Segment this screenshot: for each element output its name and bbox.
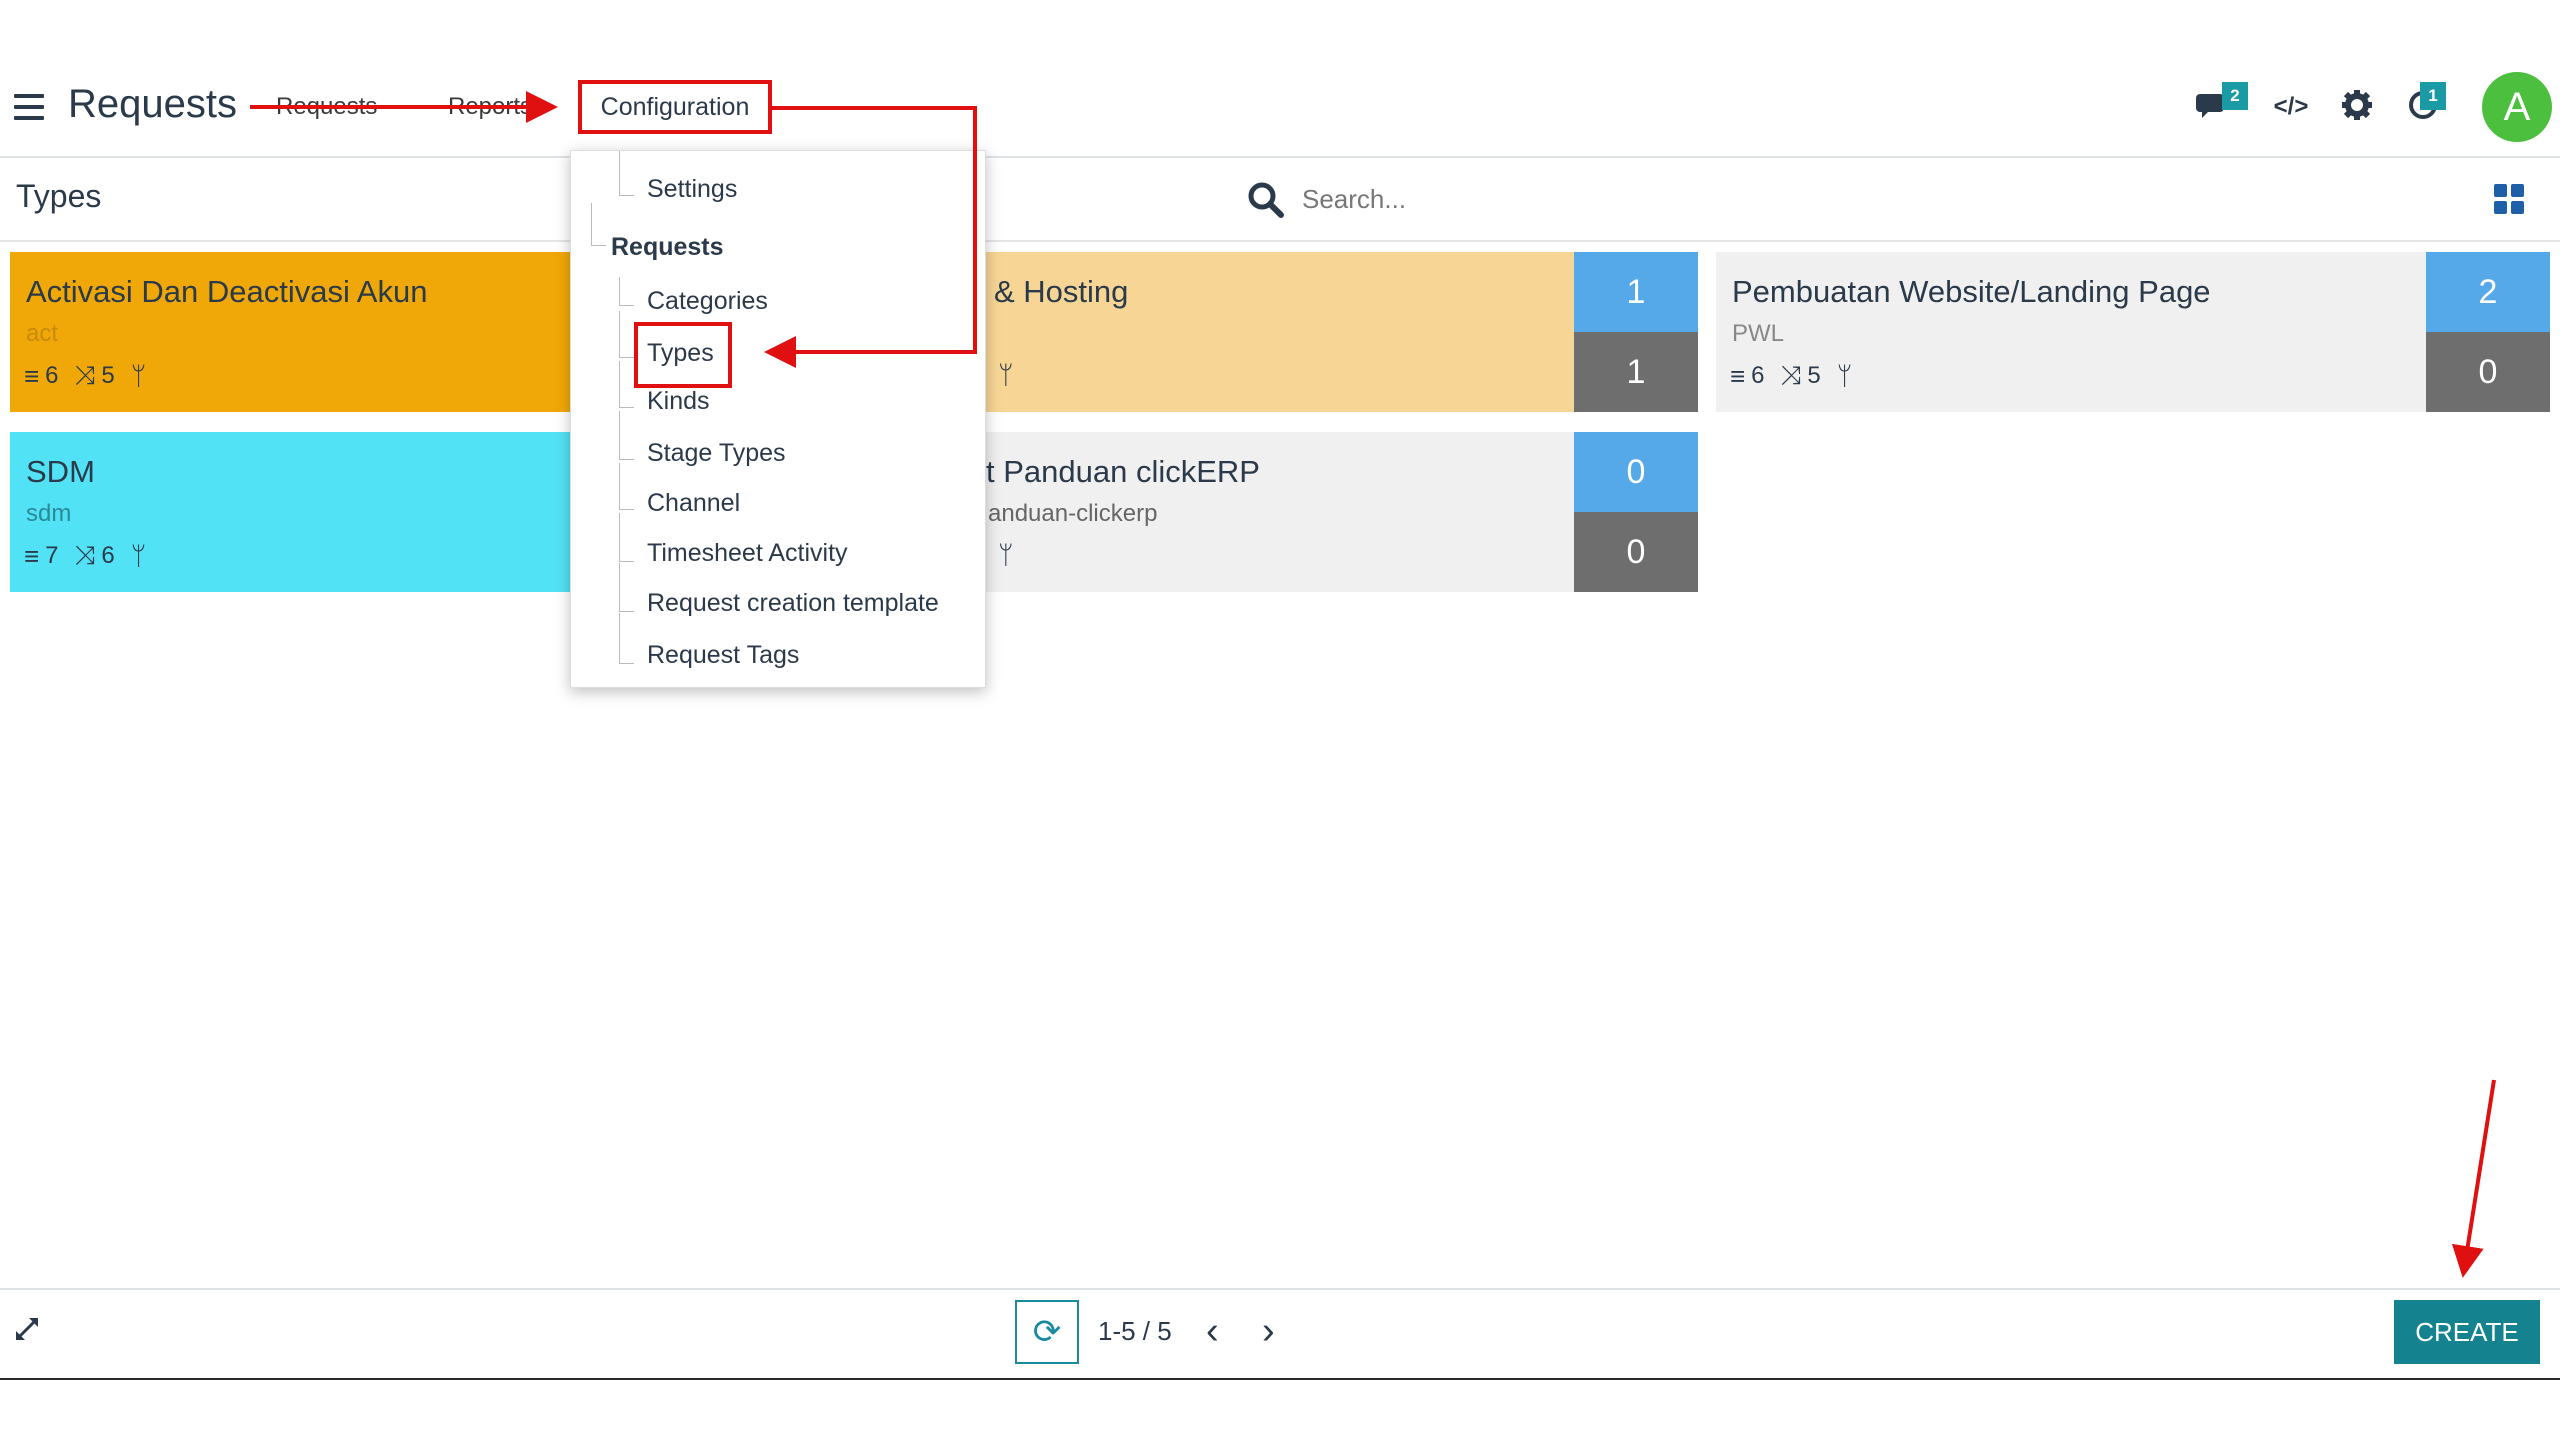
menu-item-request-creation-template[interactable]: Request creation template	[647, 589, 939, 618]
messages-badge: 2	[2222, 82, 2248, 110]
counter-closed[interactable]: 0	[2426, 332, 2550, 412]
menu-item-request-tags[interactable]: Request Tags	[647, 641, 799, 670]
tree-line	[591, 203, 606, 246]
app-title[interactable]: Requests	[68, 82, 237, 127]
kanban-card-act[interactable]: Activasi Dan Deactivasi Akun act ≡ 6 ⤨ 5 ᛘ	[10, 252, 570, 412]
menu-item-stage-types[interactable]: Stage Types	[647, 439, 786, 468]
pager-value[interactable]: 1-5 / 5	[1098, 1316, 1172, 1347]
list-icon: ≡	[24, 540, 40, 571]
search-icon	[1246, 180, 1286, 220]
menu-reports[interactable]: Reports	[448, 93, 532, 121]
bottom-bar	[0, 1288, 2560, 1380]
tree-line	[619, 613, 634, 664]
card-stats: ᛘ	[998, 540, 1014, 571]
counter-closed[interactable]: 0	[1574, 512, 1698, 592]
card-code: sdm	[26, 500, 72, 527]
tree-line	[619, 361, 634, 408]
counter-open[interactable]: 1	[1574, 252, 1698, 332]
counter-open[interactable]: 2	[2426, 252, 2550, 332]
top-navbar	[0, 62, 2560, 158]
card-title: SDM	[26, 454, 95, 489]
menu-item-categories[interactable]: Categories	[647, 287, 768, 316]
breadcrumb: Types	[16, 178, 102, 214]
tree-line	[619, 463, 634, 510]
card-stats: ᛘ	[998, 360, 1014, 391]
menu-requests[interactable]: Requests	[276, 93, 377, 121]
kanban-view-icon[interactable]	[2494, 184, 2524, 214]
card-stats: ≡ 6 ⤨ 5 ᛘ	[24, 360, 146, 392]
stat-routes: 5	[1807, 362, 1821, 389]
kanban-card-panduan[interactable]: t Panduan clickERP anduan-clickerp ᛘ 0 0	[986, 432, 1698, 592]
shuffle-icon: ⤨	[74, 360, 96, 390]
hamburger-icon[interactable]	[14, 94, 44, 120]
menu-item-timesheet-activity[interactable]: Timesheet Activity	[647, 539, 848, 568]
menu-item-settings[interactable]: Settings	[647, 175, 737, 204]
menu-configuration[interactable]: Configuration	[578, 80, 772, 134]
stat-routes: 5	[101, 362, 115, 389]
branch-icon: ᛘ	[130, 360, 147, 391]
create-button[interactable]: CREATE	[2394, 1300, 2540, 1364]
stat-requests: 6	[45, 362, 59, 389]
stat-requests: 6	[1751, 362, 1765, 389]
counter-open[interactable]: 0	[1574, 432, 1698, 512]
card-stats: ≡ 6 ⤨ 5 ᛘ	[1730, 360, 1852, 392]
branch-icon: ᛘ	[998, 360, 1014, 390]
pager-next-icon[interactable]: ›	[1262, 1310, 1275, 1353]
branch-icon: ᛘ	[998, 540, 1014, 570]
branch-icon: ᛘ	[130, 540, 147, 571]
counter-closed[interactable]: 1	[1574, 332, 1698, 412]
stat-requests: 7	[45, 542, 59, 569]
tree-line	[619, 277, 634, 306]
annotation-arrow-to-create	[2451, 1079, 2496, 1278]
tree-line	[619, 311, 634, 358]
tree-line	[619, 563, 634, 612]
list-icon: ≡	[24, 360, 40, 391]
card-code: anduan-clickerp	[988, 500, 1158, 527]
card-stats: ≡ 7 ⤨ 6 ᛘ	[24, 540, 146, 572]
shuffle-icon: ⤨	[74, 540, 96, 570]
gear-icon[interactable]	[2340, 88, 2374, 122]
card-title: Activasi Dan Deactivasi Akun	[26, 274, 428, 309]
tree-line	[619, 411, 634, 460]
card-code: act	[26, 320, 59, 347]
code-icon[interactable]: </>	[2274, 92, 2309, 122]
divider	[0, 240, 2560, 242]
tree-line	[619, 513, 634, 562]
kanban-card-sdm[interactable]: SDM sdm ≡ 7 ⤨ 6 ᛘ	[10, 432, 570, 592]
menu-section-requests: Requests	[611, 233, 724, 261]
list-icon: ≡	[1730, 360, 1746, 391]
expand-icon[interactable]	[12, 1314, 42, 1344]
card-code: PWL	[1732, 320, 1785, 347]
avatar[interactable]: A	[2482, 72, 2552, 142]
shuffle-icon: ⤨	[1780, 360, 1802, 390]
branch-icon: ᛘ	[1836, 360, 1853, 391]
refresh-button[interactable]: ⟳	[1015, 1300, 1079, 1364]
refresh-icon: ⟳	[1032, 1313, 1062, 1351]
types-highlight-box	[634, 322, 732, 388]
card-title: Pembuatan Website/Landing Page	[1732, 274, 2211, 309]
pager-previous-icon[interactable]: ‹	[1206, 1310, 1219, 1353]
card-title: & Hosting	[994, 274, 1129, 309]
kanban-card-pwl[interactable]: Pembuatan Website/Landing Page PWL ≡ 6 ⤨ 5…	[1716, 252, 2550, 412]
kanban-card-hosting[interactable]: & Hosting ᛘ 1 1	[986, 252, 1698, 412]
configuration-dropdown: Settings Requests Categories Types Kinds…	[570, 150, 986, 688]
menu-item-kinds[interactable]: Kinds	[647, 387, 710, 416]
card-title: t Panduan clickERP	[986, 454, 1260, 489]
tree-line	[619, 151, 634, 196]
stat-routes: 6	[101, 542, 115, 569]
search-input[interactable]	[1300, 178, 2104, 220]
activities-badge: 1	[2420, 82, 2446, 110]
menu-item-channel[interactable]: Channel	[647, 489, 740, 518]
